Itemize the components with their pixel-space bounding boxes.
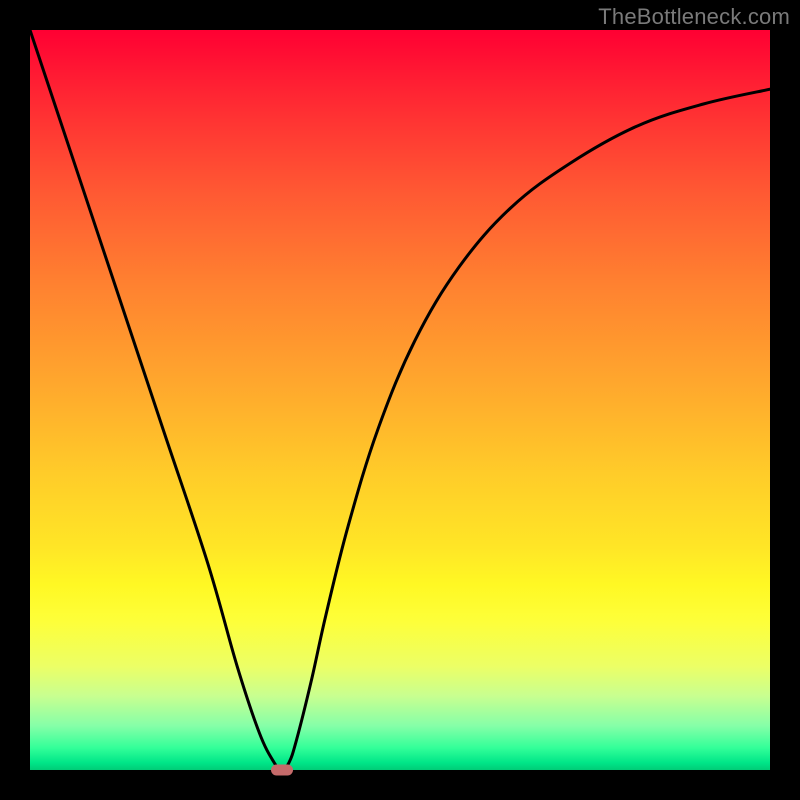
curve-path: [30, 30, 770, 770]
minimum-marker: [271, 765, 293, 776]
chart-frame: TheBottleneck.com: [0, 0, 800, 800]
watermark-text: TheBottleneck.com: [598, 4, 790, 30]
curve-svg: [30, 30, 770, 770]
plot-area: [30, 30, 770, 770]
